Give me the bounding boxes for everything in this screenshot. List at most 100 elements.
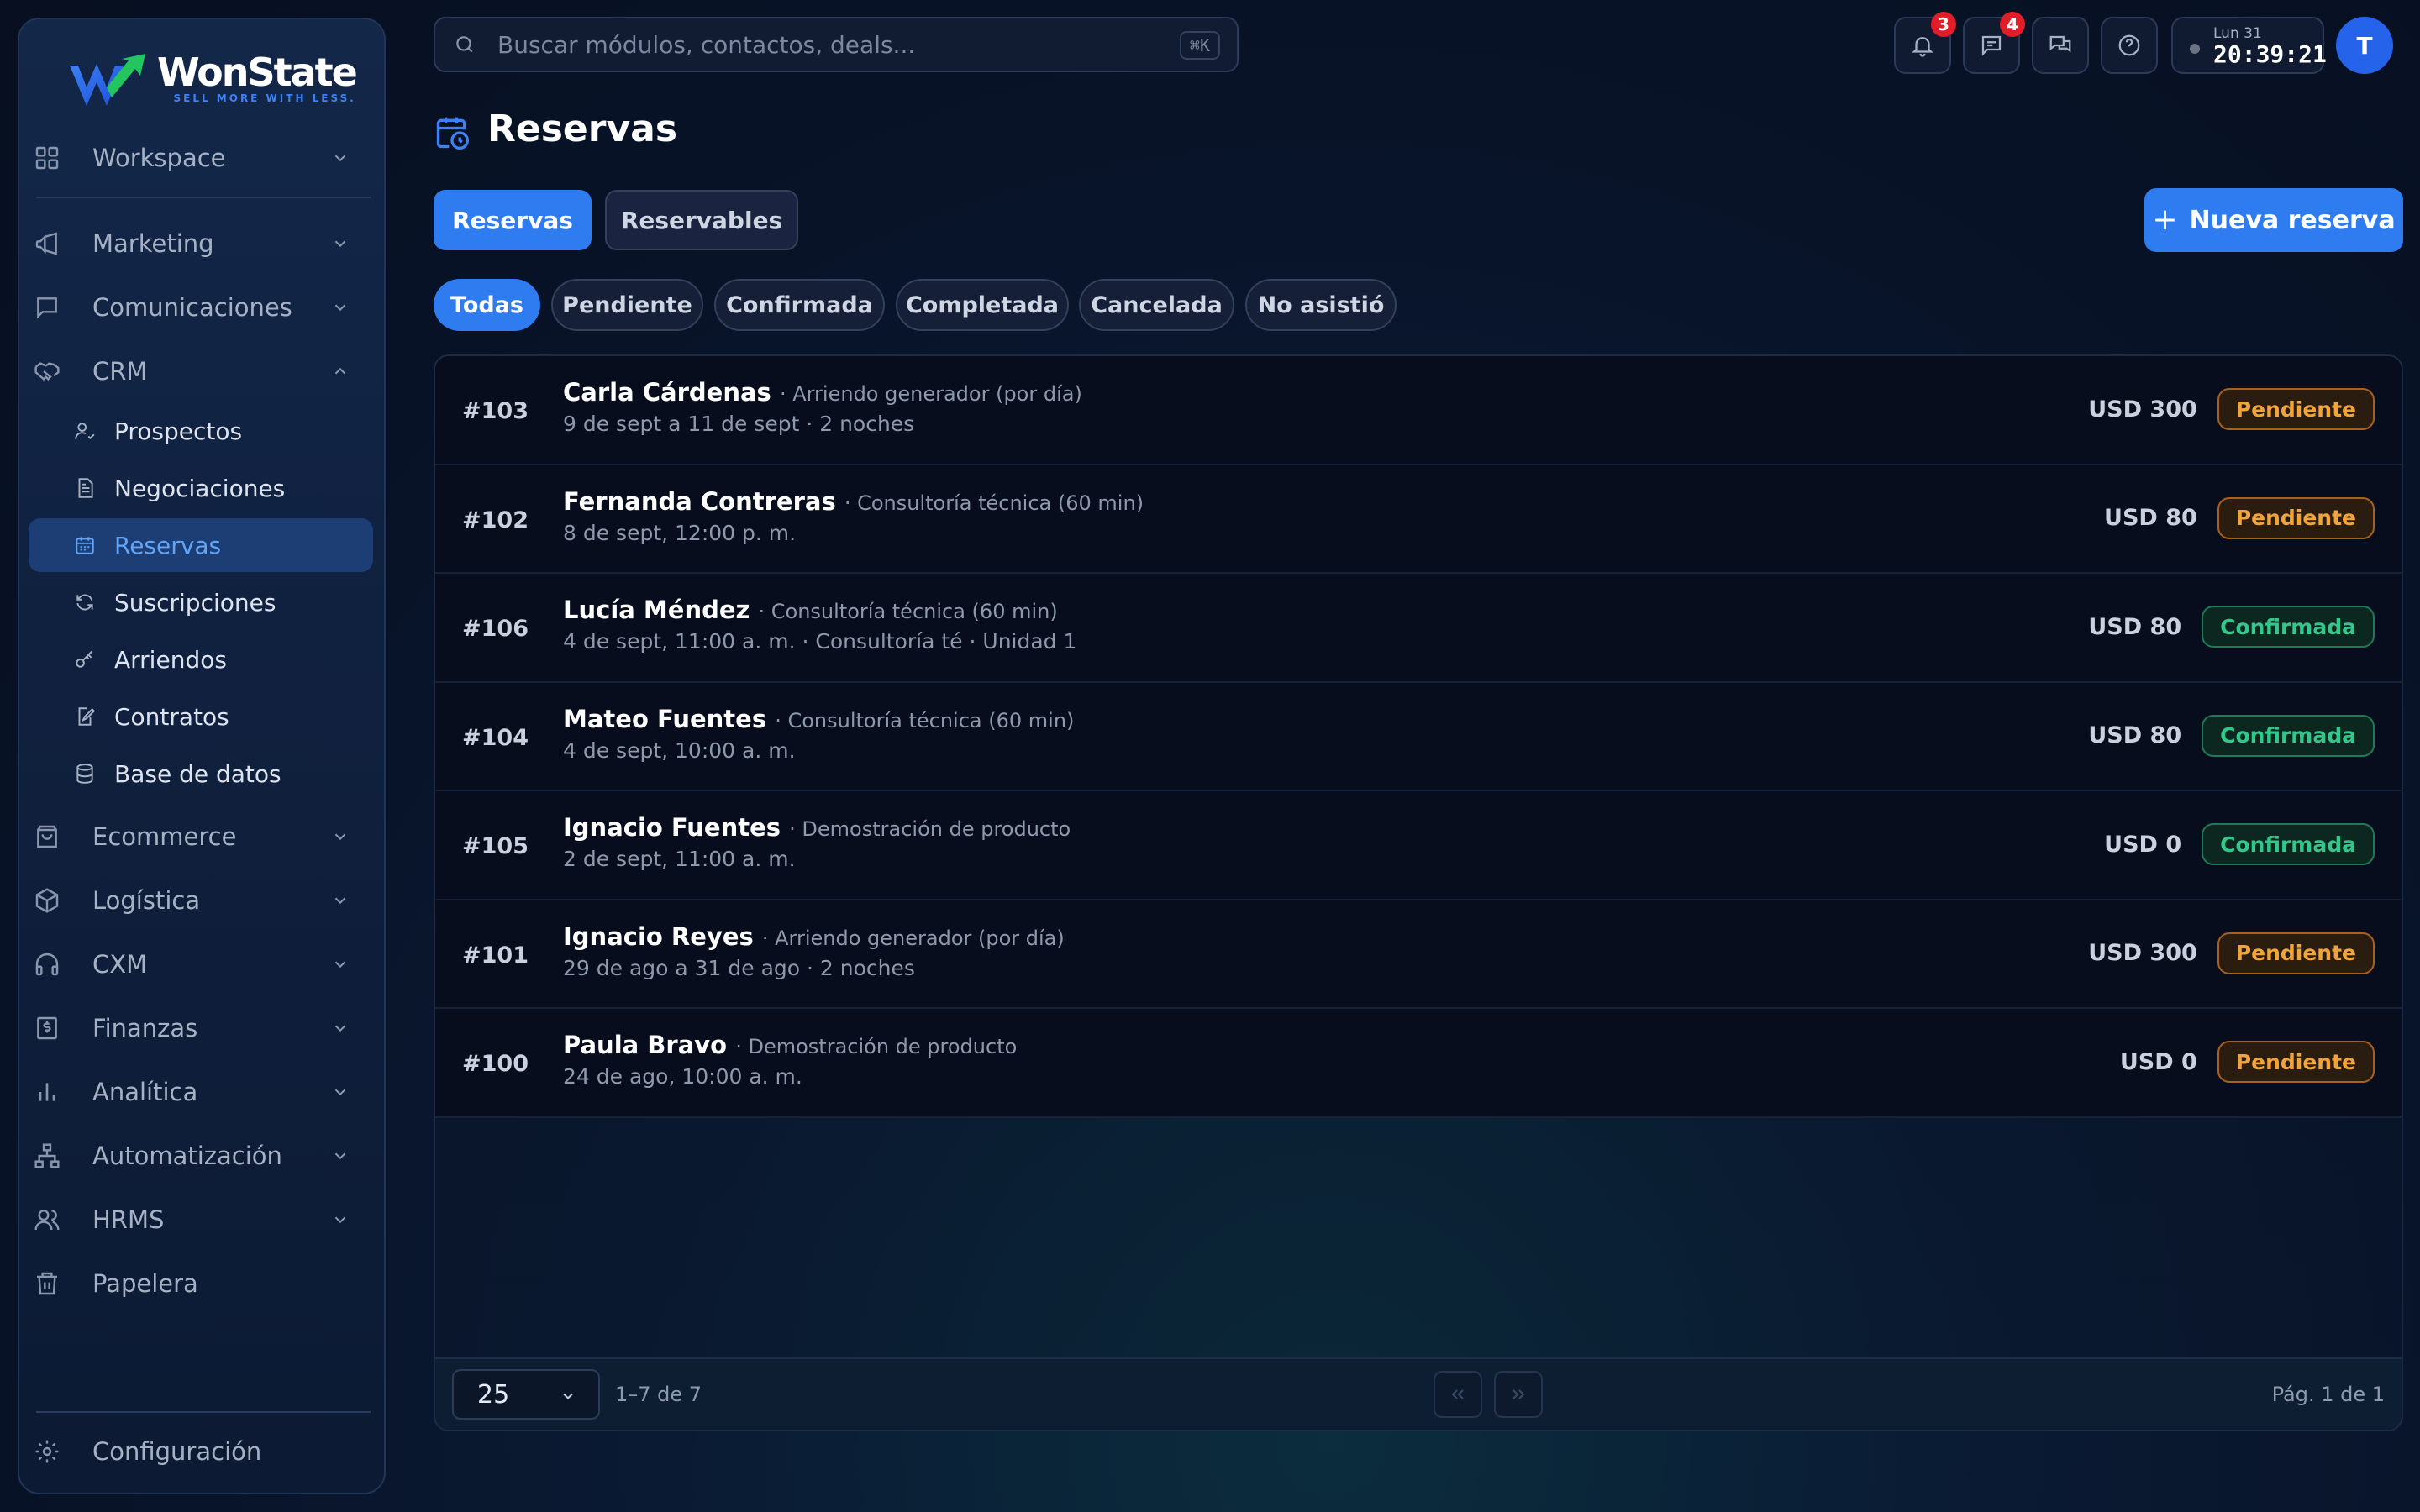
- status-badge: Pendiente: [2217, 1041, 2375, 1083]
- filter-completada[interactable]: Completada: [896, 279, 1069, 331]
- reservation-meta: USD 0 Confirmada: [2104, 823, 2375, 865]
- sidebar-item-base-de-datos[interactable]: Base de datos: [29, 747, 373, 801]
- sidebar-item-reservas[interactable]: Reservas: [29, 518, 373, 572]
- sidebar-group-label: HRMS: [92, 1205, 165, 1234]
- last-page-button[interactable]: [1494, 1371, 1543, 1418]
- reservation-amount: USD 0: [2104, 831, 2182, 858]
- filter-confirmada[interactable]: Confirmada: [714, 279, 885, 331]
- sidebar-group-crm[interactable]: CRM: [34, 346, 368, 396]
- bar-chart-icon: [34, 1079, 67, 1105]
- tab-reservables[interactable]: Reservables: [605, 190, 798, 250]
- sidebar-group-automatizacion[interactable]: Automatización: [34, 1131, 368, 1181]
- reservation-service: · Demostración de producto: [735, 1035, 1018, 1058]
- sidebar-group-label: CXM: [92, 950, 148, 979]
- clock-widget: Lun 31 20:39:21: [2171, 17, 2327, 74]
- sidebar-group-label: Analítica: [92, 1078, 198, 1106]
- help-button[interactable]: [2101, 17, 2158, 74]
- reservation-id: #106: [462, 616, 529, 642]
- customer-name: Carla Cárdenas: [563, 378, 771, 407]
- sidebar-group-workspace[interactable]: Workspace: [34, 133, 368, 183]
- reservation-service: · Arriendo generador (por día): [779, 382, 1082, 406]
- sidebar-group-papelera[interactable]: Papelera: [34, 1258, 368, 1309]
- clock-time: 20:39:21: [2213, 40, 2327, 68]
- reservation-service: · Consultoría técnica (60 min): [844, 491, 1144, 515]
- reservation-row[interactable]: #104 Mateo Fuentes · Consultoría técnica …: [435, 682, 2402, 791]
- filter-cancelada[interactable]: Cancelada: [1079, 279, 1234, 331]
- calendar-icon: [74, 534, 97, 556]
- reservation-detail: 24 de ago, 10:00 a. m.: [563, 1064, 802, 1089]
- tab-reservas[interactable]: Reservas: [434, 190, 592, 250]
- calendar-clock-icon: [434, 114, 471, 155]
- status-dot: [2190, 44, 2200, 54]
- conversations-button[interactable]: [2032, 17, 2089, 74]
- sidebar-item-label: Negociaciones: [114, 474, 286, 502]
- reservation-amount: USD 0: [2119, 1048, 2197, 1075]
- sidebar-settings[interactable]: Configuración: [34, 1426, 368, 1477]
- sidebar-group-finanzas[interactable]: Finanzas: [34, 1003, 368, 1053]
- sidebar-group-comunicaciones[interactable]: Comunicaciones: [34, 282, 368, 333]
- search-input[interactable]: [497, 30, 1136, 59]
- sidebar-group-ecommerce[interactable]: Ecommerce: [34, 811, 368, 862]
- reservation-row[interactable]: #100 Paula Bravo · Demostración de produc…: [435, 1009, 2402, 1118]
- sidebar-group-hrms[interactable]: HRMS: [34, 1194, 368, 1245]
- reservation-row[interactable]: #105 Ignacio Fuentes · Demostración de pr…: [435, 791, 2402, 900]
- reservation-meta: USD 300 Pendiente: [2088, 932, 2375, 974]
- user-avatar[interactable]: T: [2336, 17, 2393, 74]
- sidebar-item-arriendos[interactable]: Arriendos: [29, 633, 373, 686]
- sidebar-item-label: Base de datos: [114, 759, 281, 788]
- reservation-detail: 29 de ago a 31 de ago · 2 noches: [563, 955, 915, 980]
- sidebar-group-cxm[interactable]: CXM: [34, 939, 368, 990]
- per-page-select[interactable]: 25: [452, 1369, 600, 1420]
- help-icon: [2118, 34, 2140, 56]
- sidebar-item-negociaciones[interactable]: Negociaciones: [29, 461, 373, 515]
- chevron-down-icon: [334, 961, 346, 969]
- status-badge: Pendiente: [2217, 932, 2375, 974]
- sidebar-group-label: Workspace: [92, 144, 226, 172]
- box-icon: [34, 887, 67, 914]
- reservation-meta: USD 80 Confirmada: [2088, 606, 2375, 648]
- sidebar-group-logistica[interactable]: Logística: [34, 875, 368, 926]
- reservation-service: · Demostración de producto: [789, 817, 1071, 841]
- trash-icon: [34, 1270, 67, 1297]
- reservation-row[interactable]: #102 Fernanda Contreras · Consultoría téc…: [435, 465, 2402, 574]
- new-reservation-button[interactable]: + Nueva reserva: [2144, 188, 2403, 252]
- sidebar-divider: [36, 1411, 371, 1413]
- filter-pendiente[interactable]: Pendiente: [551, 279, 703, 331]
- search-icon: [454, 34, 476, 55]
- sidebar-item-label: Contratos: [114, 702, 229, 731]
- messages-button[interactable]: 4: [1963, 12, 2025, 74]
- page-title: Reservas: [487, 108, 678, 150]
- sidebar-item-suscripciones[interactable]: Suscripciones: [29, 575, 373, 629]
- reservation-customer: Fernanda Contreras · Consultoría técnica…: [563, 487, 1144, 516]
- reservation-meta: USD 80 Confirmada: [2088, 714, 2375, 757]
- reservation-row[interactable]: #106 Lucía Méndez · Consultoría técnica (…: [435, 574, 2402, 683]
- brand-logo[interactable]: WonState SELL MORE WITH LESS.: [68, 41, 358, 122]
- wonstate-mark-icon: [70, 54, 145, 106]
- search-shortcut-hint: ⌘K: [1179, 31, 1220, 60]
- reservation-id: #105: [462, 833, 529, 859]
- filter-no-asistio[interactable]: No asistió: [1245, 279, 1397, 331]
- filter-todas[interactable]: Todas: [434, 279, 540, 331]
- sidebar-group-analitica[interactable]: Analítica: [34, 1067, 368, 1117]
- reservation-customer: Lucía Méndez · Consultoría técnica (60 m…: [563, 596, 1058, 624]
- reservation-row[interactable]: #101 Ignacio Reyes · Arriendo generador (…: [435, 900, 2402, 1009]
- reservation-meta: USD 300 Pendiente: [2088, 388, 2375, 430]
- sidebar-group-marketing[interactable]: Marketing: [34, 218, 368, 269]
- reservations-list: #103 Carla Cárdenas · Arriendo generador …: [434, 354, 2403, 1431]
- notifications-button[interactable]: 3: [1894, 12, 1956, 74]
- reservation-row[interactable]: #103 Carla Cárdenas · Arriendo generador …: [435, 356, 2402, 465]
- sidebar-item-prospectos[interactable]: Prospectos: [29, 404, 373, 458]
- reservation-amount: USD 300: [2088, 940, 2197, 966]
- customer-name: Lucía Méndez: [563, 596, 750, 624]
- first-page-button[interactable]: [1434, 1371, 1482, 1418]
- megaphone-icon: [34, 230, 67, 257]
- global-search[interactable]: ⌘K: [434, 17, 1239, 72]
- sidebar-item-contratos[interactable]: Contratos: [29, 690, 373, 743]
- chevron-up-icon: [334, 367, 346, 375]
- sidebar-group-label: Papelera: [92, 1269, 198, 1298]
- reservation-service: · Arriendo generador (por día): [761, 926, 1065, 950]
- reservation-customer: Ignacio Reyes · Arriendo generador (por …: [563, 922, 1065, 951]
- status-badge: Pendiente: [2217, 496, 2375, 539]
- refresh-icon: [74, 591, 97, 613]
- sidebar-group-label: Comunicaciones: [92, 293, 292, 322]
